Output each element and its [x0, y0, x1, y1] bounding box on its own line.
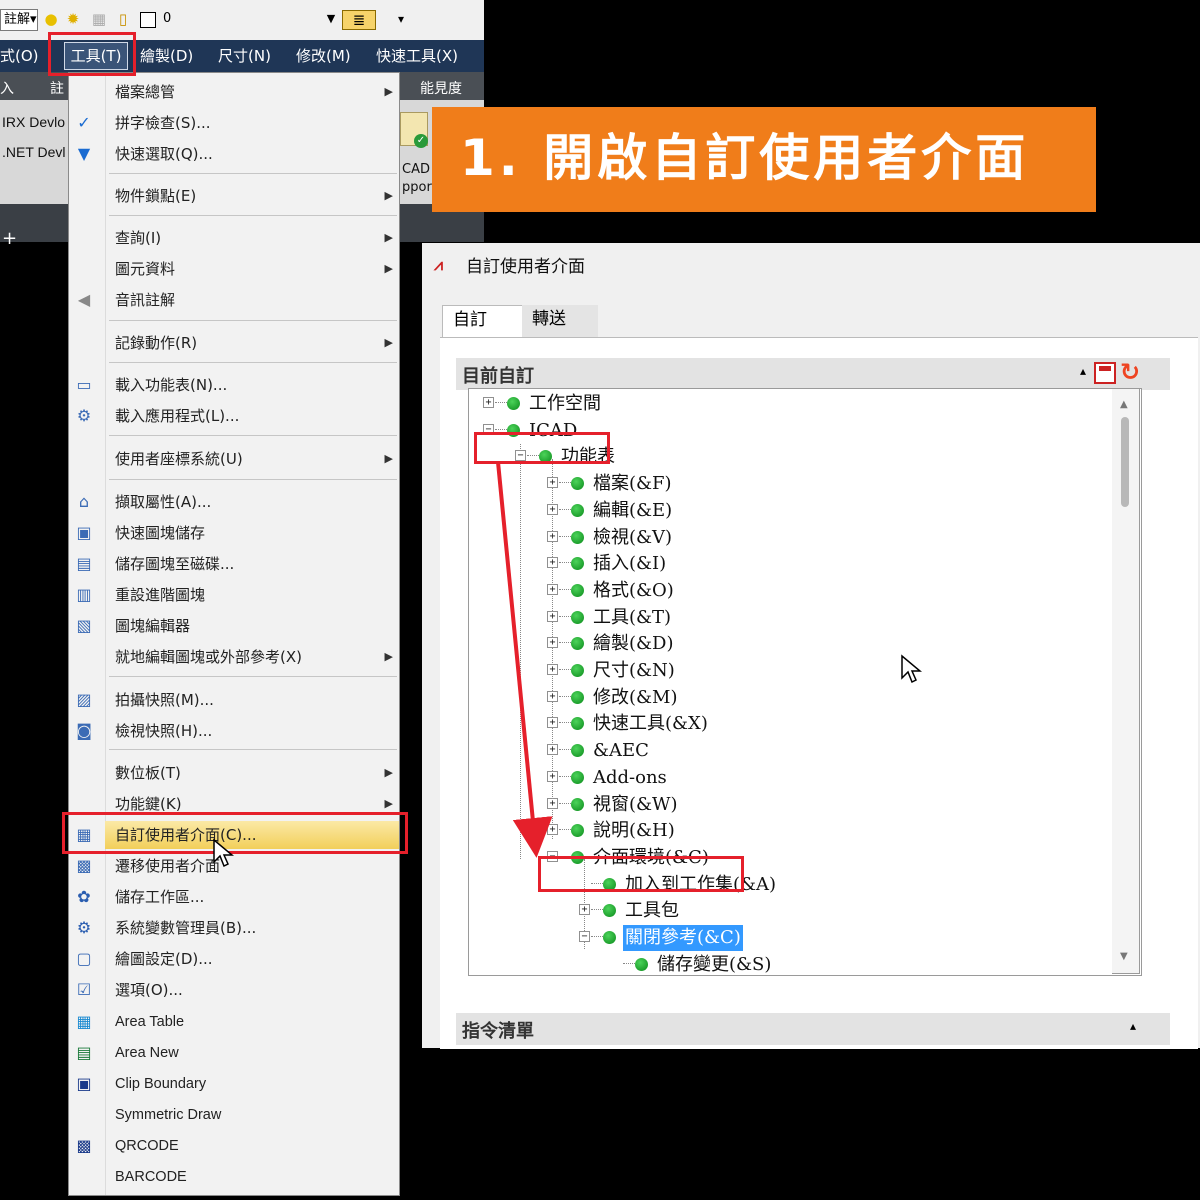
mouse-cursor-icon — [213, 838, 234, 868]
red-arrow — [496, 461, 553, 858]
mouse-cursor-icon — [901, 654, 922, 684]
